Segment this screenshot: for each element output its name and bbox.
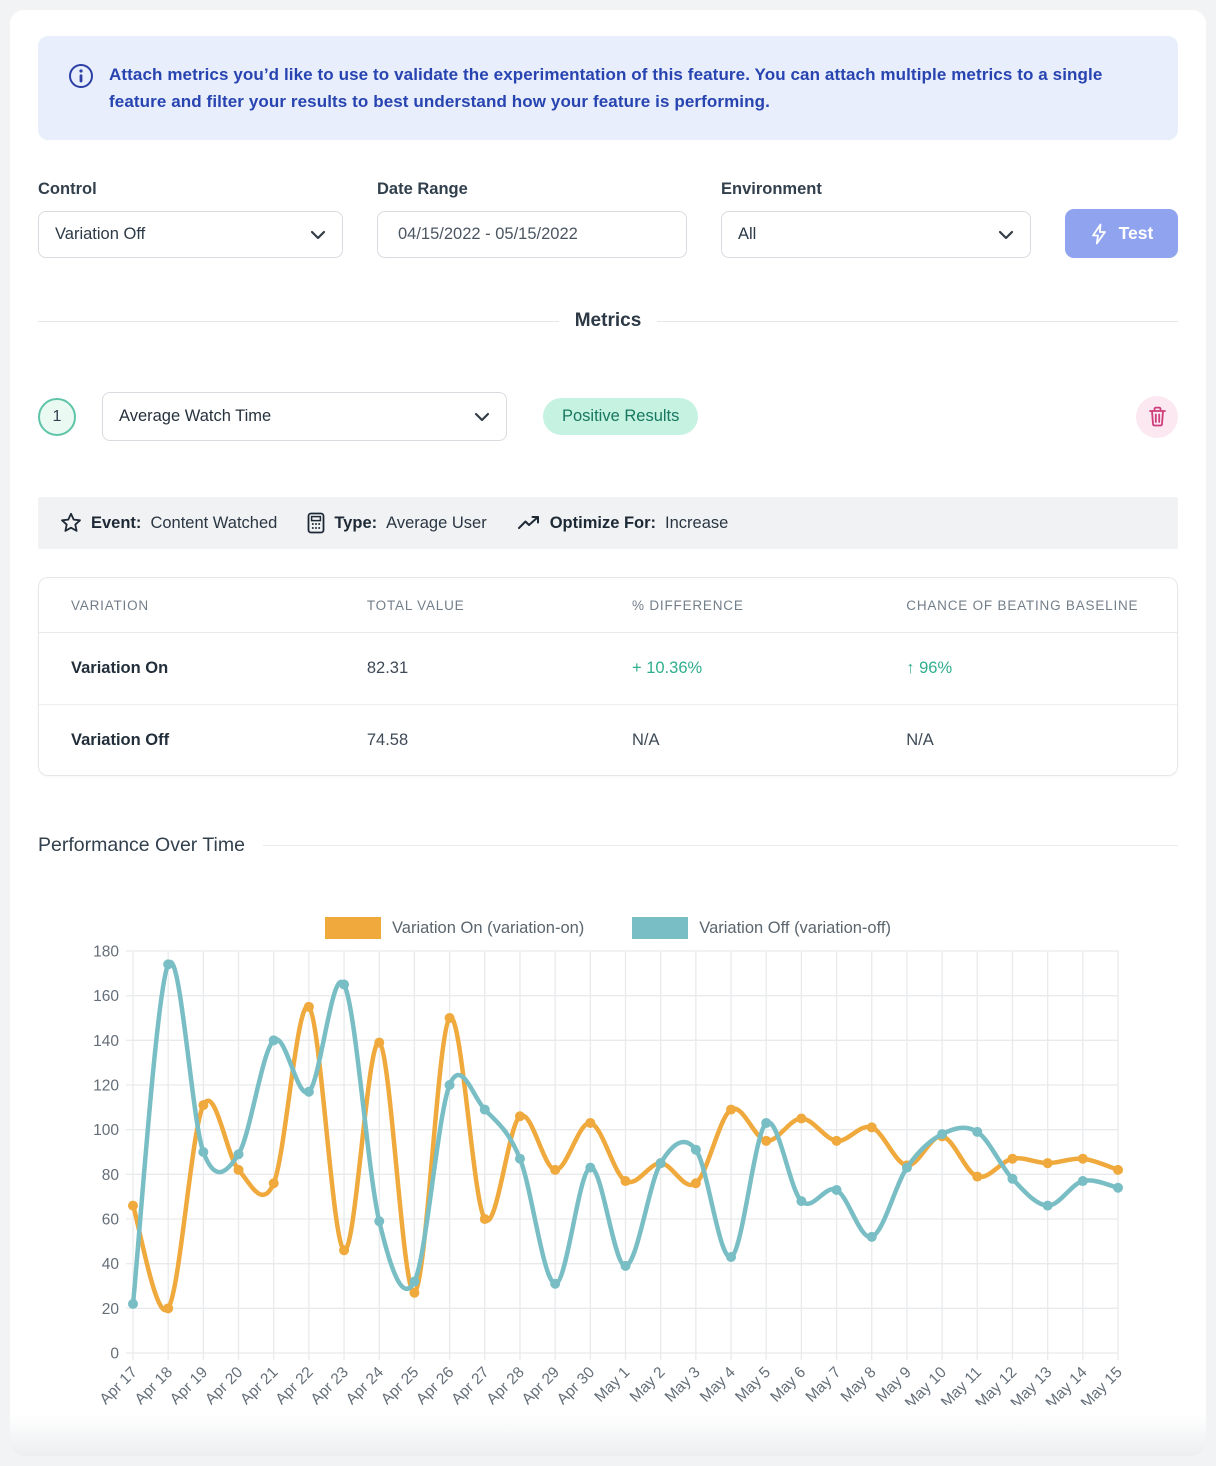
col-header-difference: % DIFFERENCE — [600, 598, 874, 613]
svg-text:20: 20 — [102, 1301, 120, 1318]
info-banner: Attach metrics you’d like to use to vali… — [38, 36, 1178, 140]
legend-label-variation-off: Variation Off (variation-off) — [699, 919, 891, 938]
environment-field: Environment All — [721, 180, 1031, 258]
delete-metric-button[interactable] — [1136, 396, 1178, 438]
divider-line — [38, 321, 559, 322]
calculator-icon — [307, 512, 325, 534]
feature-metrics-panel: Attach metrics you’d like to use to vali… — [10, 10, 1206, 1456]
col-header-variation: VARIATION — [39, 598, 335, 613]
legend-item-variation-on[interactable]: Variation On (variation-on) — [325, 917, 584, 939]
test-button[interactable]: Test — [1065, 209, 1178, 258]
chart-legend: Variation On (variation-on) Variation Of… — [38, 917, 1178, 939]
legend-label-variation-on: Variation On (variation-on) — [392, 919, 584, 938]
table-header-row: VARIATION TOTAL VALUE % DIFFERENCE CHANC… — [39, 578, 1177, 633]
row-total-value: 74.58 — [335, 731, 600, 750]
svg-text:May 1: May 1 — [591, 1364, 633, 1405]
metric-select[interactable]: Average Watch Time — [102, 392, 507, 441]
date-range-input[interactable] — [377, 211, 687, 258]
svg-text:100: 100 — [93, 1122, 119, 1139]
summary-optimize: Optimize For: Increase — [517, 514, 729, 533]
legend-swatch-variation-off — [632, 917, 688, 939]
svg-text:Apr 30: Apr 30 — [554, 1364, 599, 1405]
svg-text:160: 160 — [93, 988, 119, 1005]
divider-line — [657, 321, 1178, 322]
summary-optimize-value: Increase — [665, 514, 728, 533]
svg-text:May 3: May 3 — [662, 1364, 704, 1405]
svg-text:140: 140 — [93, 1033, 119, 1050]
metrics-divider: Metrics — [38, 310, 1178, 332]
summary-type: Type: Average User — [307, 512, 486, 534]
control-field: Control Variation Off — [38, 180, 343, 258]
info-banner-text: Attach metrics you’d like to use to vali… — [109, 61, 1139, 115]
results-status-badge: Positive Results — [543, 398, 698, 435]
svg-text:May 7: May 7 — [803, 1364, 845, 1405]
svg-text:0: 0 — [110, 1346, 119, 1363]
filters-row: Control Variation Off Date Range Environ… — [38, 180, 1178, 258]
chevron-down-icon — [474, 412, 490, 422]
svg-text:40: 40 — [102, 1256, 120, 1273]
metric-row: 1 Average Watch Time Positive Results — [38, 392, 1178, 441]
row-chance: ↑ 96% — [874, 659, 1177, 678]
chevron-down-icon — [310, 230, 326, 240]
row-variation-name: Variation Off — [39, 731, 335, 750]
control-select-value: Variation Off — [55, 225, 145, 244]
summary-type-value: Average User — [386, 514, 487, 533]
svg-text:May 8: May 8 — [838, 1364, 880, 1405]
info-icon — [68, 63, 94, 89]
metric-select-value: Average Watch Time — [119, 407, 271, 426]
table-row: Variation On 82.31 + 10.36% ↑ 96% — [39, 633, 1177, 704]
star-icon — [60, 512, 82, 534]
legend-item-variation-off[interactable]: Variation Off (variation-off) — [632, 917, 891, 939]
svg-text:May 2: May 2 — [627, 1364, 669, 1405]
summary-event: Event: Content Watched — [60, 512, 277, 534]
table-row: Variation Off 74.58 N/A N/A — [39, 704, 1177, 775]
control-label: Control — [38, 180, 343, 199]
svg-text:May 5: May 5 — [732, 1364, 774, 1405]
legend-swatch-variation-on — [325, 917, 381, 939]
chevron-down-icon — [998, 230, 1014, 240]
row-difference: + 10.36% — [600, 659, 874, 678]
header-rule — [263, 845, 1178, 846]
row-total-value: 82.31 — [335, 659, 600, 678]
performance-title: Performance Over Time — [38, 834, 245, 857]
section-bottom-fade — [10, 1414, 1206, 1456]
performance-chart-svg: 020406080100120140160180Apr 17Apr 18Apr … — [38, 943, 1178, 1405]
summary-type-label: Type: — [334, 514, 377, 533]
summary-event-label: Event: — [91, 514, 141, 533]
metric-summary-bar: Event: Content Watched Type: Average Use… — [38, 497, 1178, 549]
trash-icon — [1148, 406, 1167, 427]
lightning-icon — [1090, 223, 1108, 245]
summary-optimize-label: Optimize For: — [550, 514, 656, 533]
svg-text:180: 180 — [93, 944, 119, 961]
trend-up-icon — [517, 514, 541, 532]
svg-text:120: 120 — [93, 1078, 119, 1095]
svg-text:80: 80 — [102, 1167, 120, 1184]
performance-section-header: Performance Over Time — [38, 834, 1178, 857]
date-range-field: Date Range — [377, 180, 687, 258]
metrics-section-title: Metrics — [575, 310, 642, 332]
col-header-total-value: TOTAL VALUE — [335, 598, 600, 613]
performance-chart: 020406080100120140160180Apr 17Apr 18Apr … — [38, 943, 1178, 1410]
svg-text:May 4: May 4 — [697, 1364, 739, 1405]
environment-select-value: All — [738, 225, 756, 244]
metric-index-badge: 1 — [38, 398, 76, 436]
row-difference: N/A — [600, 731, 874, 750]
row-chance: N/A — [874, 731, 1177, 750]
svg-text:60: 60 — [102, 1212, 120, 1229]
results-table: VARIATION TOTAL VALUE % DIFFERENCE CHANC… — [38, 577, 1178, 776]
environment-label: Environment — [721, 180, 1031, 199]
test-button-label: Test — [1119, 223, 1154, 244]
svg-text:May 6: May 6 — [767, 1364, 809, 1405]
row-variation-name: Variation On — [39, 659, 335, 678]
svg-text:May 15: May 15 — [1078, 1364, 1126, 1405]
environment-select[interactable]: All — [721, 211, 1031, 258]
date-range-label: Date Range — [377, 180, 687, 199]
summary-event-value: Content Watched — [150, 514, 277, 533]
col-header-chance: CHANCE OF BEATING BASELINE — [874, 598, 1177, 613]
control-select[interactable]: Variation Off — [38, 211, 343, 258]
